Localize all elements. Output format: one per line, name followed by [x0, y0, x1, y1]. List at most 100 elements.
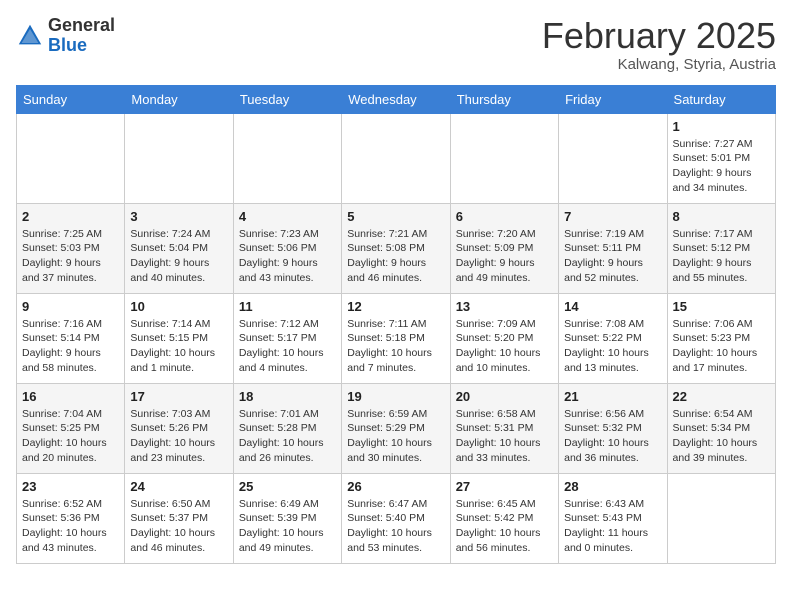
- calendar-cell: 12 Sunrise: 7:11 AM Sunset: 5:18 PM Dayli…: [342, 293, 450, 383]
- calendar-cell: 2 Sunrise: 7:25 AM Sunset: 5:03 PM Daylig…: [17, 203, 125, 293]
- day-number: 23: [22, 479, 119, 494]
- calendar-cell: 1Sunrise: 7:27 AM Sunset: 5:01 PM Daylig…: [667, 113, 775, 203]
- calendar-cell: 24Sunrise: 6:50 AM Sunset: 5:37 PM Dayli…: [125, 473, 233, 563]
- day-info: Sunrise: 7:19 AM Sunset: 5:11 PM Dayligh…: [564, 227, 661, 286]
- calendar-cell: [17, 113, 125, 203]
- calendar-cell: 27 Sunrise: 6:45 AM Sunset: 5:42 PM Dayli…: [450, 473, 558, 563]
- day-number: 8: [673, 209, 770, 224]
- calendar-cell: 3 Sunrise: 7:24 AM Sunset: 5:04 PM Daylig…: [125, 203, 233, 293]
- calendar-cell: 19 Sunrise: 6:59 AM Sunset: 5:29 PM Dayli…: [342, 383, 450, 473]
- calendar-cell: [667, 473, 775, 563]
- day-info: Sunrise: 7:06 AM Sunset: 5:23 PM Dayligh…: [673, 317, 770, 376]
- day-info: Sunrise: 7:01 AM Sunset: 5:28 PM Dayligh…: [239, 407, 336, 466]
- day-number: 1: [673, 119, 770, 134]
- location: Kalwang, Styria, Austria: [542, 56, 776, 73]
- day-number: 15: [673, 299, 770, 314]
- calendar-cell: 6 Sunrise: 7:20 AM Sunset: 5:09 PM Daylig…: [450, 203, 558, 293]
- month-title: February 2025: [542, 16, 776, 56]
- weekday-monday: Monday: [125, 85, 233, 113]
- weekday-tuesday: Tuesday: [233, 85, 341, 113]
- day-number: 4: [239, 209, 336, 224]
- day-number: 28: [564, 479, 661, 494]
- calendar-cell: 23 Sunrise: 6:52 AM Sunset: 5:36 PM Dayli…: [17, 473, 125, 563]
- day-number: 2: [22, 209, 119, 224]
- day-number: 14: [564, 299, 661, 314]
- day-number: 24: [130, 479, 227, 494]
- calendar-body: 1Sunrise: 7:27 AM Sunset: 5:01 PM Daylig…: [17, 113, 776, 563]
- day-info: Sunrise: 6:45 AM Sunset: 5:42 PM Dayligh…: [456, 497, 553, 556]
- day-number: 6: [456, 209, 553, 224]
- day-info: Sunrise: 6:52 AM Sunset: 5:36 PM Dayligh…: [22, 497, 119, 556]
- calendar-cell: 5Sunrise: 7:21 AM Sunset: 5:08 PM Daylig…: [342, 203, 450, 293]
- week-row-5: 23 Sunrise: 6:52 AM Sunset: 5:36 PM Dayli…: [17, 473, 776, 563]
- day-info: Sunrise: 7:17 AM Sunset: 5:12 PM Dayligh…: [673, 227, 770, 286]
- day-number: 21: [564, 389, 661, 404]
- calendar-cell: 21 Sunrise: 6:56 AM Sunset: 5:32 PM Dayli…: [559, 383, 667, 473]
- logo-text: General Blue: [48, 16, 115, 56]
- calendar-cell: [342, 113, 450, 203]
- page-header: General Blue February 2025 Kalwang, Styr…: [16, 16, 776, 73]
- day-info: Sunrise: 7:25 AM Sunset: 5:03 PM Dayligh…: [22, 227, 119, 286]
- day-number: 3: [130, 209, 227, 224]
- day-info: Sunrise: 7:11 AM Sunset: 5:18 PM Dayligh…: [347, 317, 444, 376]
- calendar-cell: [233, 113, 341, 203]
- day-info: Sunrise: 7:03 AM Sunset: 5:26 PM Dayligh…: [130, 407, 227, 466]
- day-number: 26: [347, 479, 444, 494]
- day-number: 13: [456, 299, 553, 314]
- day-number: 19: [347, 389, 444, 404]
- day-info: Sunrise: 7:12 AM Sunset: 5:17 PM Dayligh…: [239, 317, 336, 376]
- calendar-cell: [559, 113, 667, 203]
- day-number: 27: [456, 479, 553, 494]
- weekday-wednesday: Wednesday: [342, 85, 450, 113]
- day-info: Sunrise: 7:16 AM Sunset: 5:14 PM Dayligh…: [22, 317, 119, 376]
- weekday-thursday: Thursday: [450, 85, 558, 113]
- week-row-3: 9 Sunrise: 7:16 AM Sunset: 5:14 PM Daylig…: [17, 293, 776, 383]
- calendar-cell: 4 Sunrise: 7:23 AM Sunset: 5:06 PM Daylig…: [233, 203, 341, 293]
- calendar-cell: 25 Sunrise: 6:49 AM Sunset: 5:39 PM Dayli…: [233, 473, 341, 563]
- calendar-cell: 13 Sunrise: 7:09 AM Sunset: 5:20 PM Dayli…: [450, 293, 558, 383]
- day-number: 25: [239, 479, 336, 494]
- day-number: 7: [564, 209, 661, 224]
- day-info: Sunrise: 7:24 AM Sunset: 5:04 PM Dayligh…: [130, 227, 227, 286]
- calendar-cell: 22 Sunrise: 6:54 AM Sunset: 5:34 PM Dayli…: [667, 383, 775, 473]
- week-row-1: 1Sunrise: 7:27 AM Sunset: 5:01 PM Daylig…: [17, 113, 776, 203]
- week-row-2: 2 Sunrise: 7:25 AM Sunset: 5:03 PM Daylig…: [17, 203, 776, 293]
- day-info: Sunrise: 6:47 AM Sunset: 5:40 PM Dayligh…: [347, 497, 444, 556]
- day-info: Sunrise: 6:43 AM Sunset: 5:43 PM Dayligh…: [564, 497, 661, 556]
- calendar-table: SundayMondayTuesdayWednesdayThursdayFrid…: [16, 85, 776, 564]
- day-number: 18: [239, 389, 336, 404]
- day-number: 17: [130, 389, 227, 404]
- day-info: Sunrise: 7:09 AM Sunset: 5:20 PM Dayligh…: [456, 317, 553, 376]
- day-number: 12: [347, 299, 444, 314]
- day-number: 9: [22, 299, 119, 314]
- logo: General Blue: [16, 16, 115, 56]
- day-info: Sunrise: 6:49 AM Sunset: 5:39 PM Dayligh…: [239, 497, 336, 556]
- calendar-cell: 28 Sunrise: 6:43 AM Sunset: 5:43 PM Dayli…: [559, 473, 667, 563]
- day-number: 11: [239, 299, 336, 314]
- weekday-friday: Friday: [559, 85, 667, 113]
- calendar-cell: 17 Sunrise: 7:03 AM Sunset: 5:26 PM Dayli…: [125, 383, 233, 473]
- day-info: Sunrise: 6:59 AM Sunset: 5:29 PM Dayligh…: [347, 407, 444, 466]
- day-info: Sunrise: 6:54 AM Sunset: 5:34 PM Dayligh…: [673, 407, 770, 466]
- day-info: Sunrise: 7:04 AM Sunset: 5:25 PM Dayligh…: [22, 407, 119, 466]
- weekday-saturday: Saturday: [667, 85, 775, 113]
- calendar-cell: [125, 113, 233, 203]
- day-number: 10: [130, 299, 227, 314]
- day-info: Sunrise: 7:08 AM Sunset: 5:22 PM Dayligh…: [564, 317, 661, 376]
- weekday-sunday: Sunday: [17, 85, 125, 113]
- day-info: Sunrise: 7:23 AM Sunset: 5:06 PM Dayligh…: [239, 227, 336, 286]
- calendar-cell: 15 Sunrise: 7:06 AM Sunset: 5:23 PM Dayli…: [667, 293, 775, 383]
- logo-icon: [16, 22, 44, 50]
- calendar-cell: 7 Sunrise: 7:19 AM Sunset: 5:11 PM Daylig…: [559, 203, 667, 293]
- day-info: Sunrise: 7:14 AM Sunset: 5:15 PM Dayligh…: [130, 317, 227, 376]
- calendar-cell: 10 Sunrise: 7:14 AM Sunset: 5:15 PM Dayli…: [125, 293, 233, 383]
- week-row-4: 16 Sunrise: 7:04 AM Sunset: 5:25 PM Dayli…: [17, 383, 776, 473]
- day-number: 16: [22, 389, 119, 404]
- calendar-cell: 18 Sunrise: 7:01 AM Sunset: 5:28 PM Dayli…: [233, 383, 341, 473]
- day-number: 22: [673, 389, 770, 404]
- calendar-cell: 8 Sunrise: 7:17 AM Sunset: 5:12 PM Daylig…: [667, 203, 775, 293]
- day-info: Sunrise: 7:20 AM Sunset: 5:09 PM Dayligh…: [456, 227, 553, 286]
- day-info: Sunrise: 6:56 AM Sunset: 5:32 PM Dayligh…: [564, 407, 661, 466]
- title-block: February 2025 Kalwang, Styria, Austria: [542, 16, 776, 73]
- day-number: 20: [456, 389, 553, 404]
